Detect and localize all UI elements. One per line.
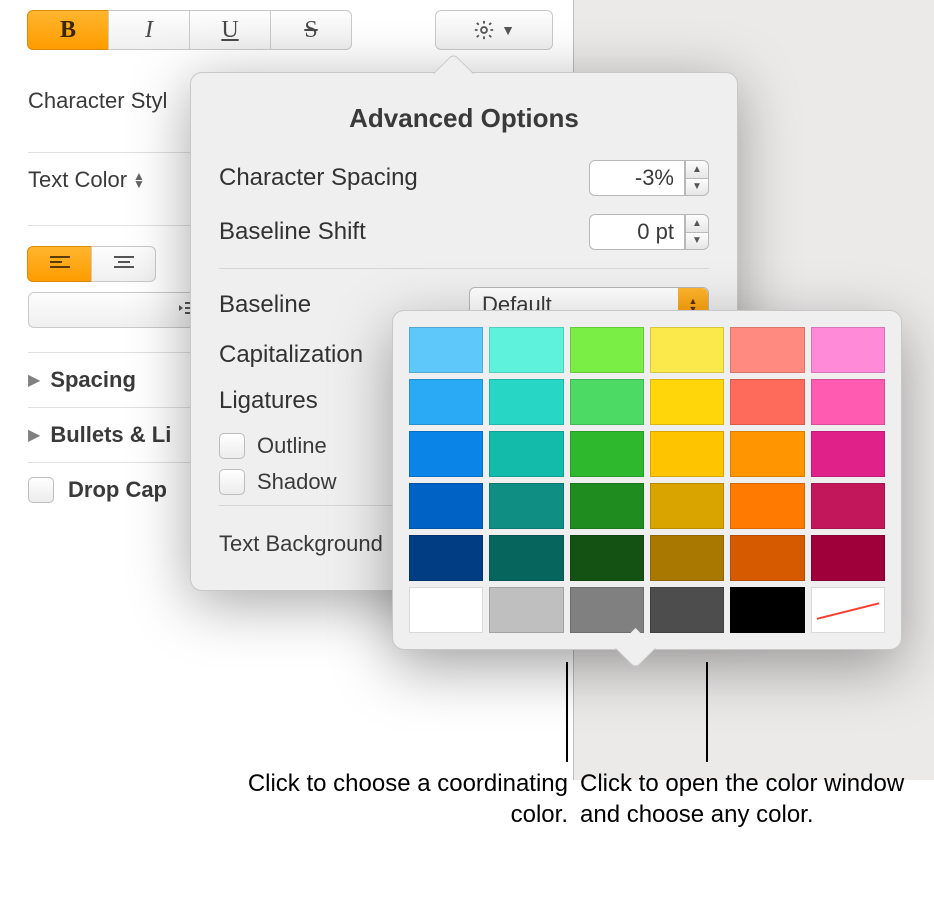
char-spacing-value[interactable]: -3%: [589, 160, 685, 196]
underline-button[interactable]: U: [189, 10, 271, 50]
bold-button[interactable]: B: [27, 10, 109, 50]
color-swatch[interactable]: [489, 379, 563, 425]
color-swatch[interactable]: [409, 431, 483, 477]
shadow-checkbox[interactable]: [219, 469, 245, 495]
color-swatch[interactable]: [730, 379, 804, 425]
color-swatch[interactable]: [409, 483, 483, 529]
character-styles-label: Character Styl: [28, 88, 167, 114]
color-swatch[interactable]: [650, 587, 724, 633]
stepper-up-button[interactable]: ▲: [685, 160, 709, 178]
style-segment-group: B I U S: [28, 10, 352, 50]
color-swatch[interactable]: [409, 327, 483, 373]
color-swatch[interactable]: [570, 535, 644, 581]
color-swatch[interactable]: [570, 431, 644, 477]
disclosure-triangle-icon: ▶: [28, 370, 40, 390]
divider: [219, 268, 709, 269]
callout-leader-line: [706, 662, 708, 762]
align-center-button[interactable]: [91, 246, 156, 282]
gear-icon: [473, 19, 495, 41]
color-swatch[interactable]: [409, 587, 483, 633]
color-swatch[interactable]: [811, 587, 885, 633]
popover-title: Advanced Options: [219, 103, 709, 134]
color-swatch[interactable]: [489, 431, 563, 477]
baseline-shift-value[interactable]: 0 pt: [589, 214, 685, 250]
color-swatch[interactable]: [409, 535, 483, 581]
disclosure-triangle-icon: ▶: [28, 425, 40, 445]
stepper-down-button[interactable]: ▼: [685, 178, 709, 197]
color-swatch[interactable]: [730, 483, 804, 529]
color-swatch[interactable]: [730, 431, 804, 477]
color-swatch[interactable]: [811, 431, 885, 477]
chevron-down-icon: ▼: [501, 22, 515, 38]
color-swatch[interactable]: [650, 535, 724, 581]
align-center-icon: [114, 251, 134, 278]
color-swatch[interactable]: [811, 483, 885, 529]
color-swatch[interactable]: [650, 379, 724, 425]
color-swatch[interactable]: [811, 535, 885, 581]
alignment-group: [28, 246, 158, 282]
color-swatch[interactable]: [730, 327, 804, 373]
baseline-shift-label: Baseline Shift: [219, 218, 589, 246]
callout-left: Click to choose a coordinating color.: [236, 768, 568, 830]
align-left-icon: [50, 251, 70, 278]
color-swatch[interactable]: [730, 535, 804, 581]
drop-cap-checkbox[interactable]: [28, 477, 54, 503]
text-background-label: Text Background: [219, 531, 383, 557]
bullets-label: Bullets & Li: [50, 422, 171, 448]
stepper-up-button[interactable]: ▲: [685, 214, 709, 232]
color-swatch[interactable]: [730, 587, 804, 633]
color-swatch[interactable]: [570, 483, 644, 529]
advanced-options-button[interactable]: ▼: [435, 10, 553, 50]
color-swatch[interactable]: [650, 327, 724, 373]
color-swatch[interactable]: [570, 379, 644, 425]
color-swatch[interactable]: [650, 431, 724, 477]
color-swatch[interactable]: [489, 483, 563, 529]
color-swatch[interactable]: [650, 483, 724, 529]
shadow-label: Shadow: [257, 469, 337, 495]
outline-checkbox[interactable]: [219, 433, 245, 459]
chevron-updown-icon: ▲▼: [133, 172, 145, 188]
color-swatch[interactable]: [570, 327, 644, 373]
spacing-label: Spacing: [50, 367, 136, 393]
stepper-down-button[interactable]: ▼: [685, 232, 709, 251]
color-swatch[interactable]: [811, 379, 885, 425]
drop-cap-label: Drop Cap: [68, 477, 167, 503]
color-swatch[interactable]: [570, 587, 644, 633]
char-spacing-label: Character Spacing: [219, 164, 589, 192]
baseline-shift-stepper[interactable]: 0 pt ▲ ▼: [589, 214, 709, 250]
color-swatch[interactable]: [489, 327, 563, 373]
italic-button[interactable]: I: [108, 10, 190, 50]
align-left-button[interactable]: [27, 246, 92, 282]
color-swatch[interactable]: [489, 587, 563, 633]
text-color-label: Text Color: [28, 167, 127, 193]
color-swatch[interactable]: [811, 327, 885, 373]
color-swatch-popover: [392, 310, 902, 650]
callout-right: Click to open the color window and choos…: [580, 768, 910, 830]
strikethrough-button[interactable]: S: [270, 10, 352, 50]
color-swatch-grid: [409, 327, 885, 633]
color-swatch[interactable]: [489, 535, 563, 581]
color-swatch[interactable]: [409, 379, 483, 425]
text-style-toolbar: B I U S ▼: [28, 10, 553, 50]
callout-leader-line: [566, 662, 568, 762]
char-spacing-stepper[interactable]: -3% ▲ ▼: [589, 160, 709, 196]
outline-label: Outline: [257, 433, 327, 459]
